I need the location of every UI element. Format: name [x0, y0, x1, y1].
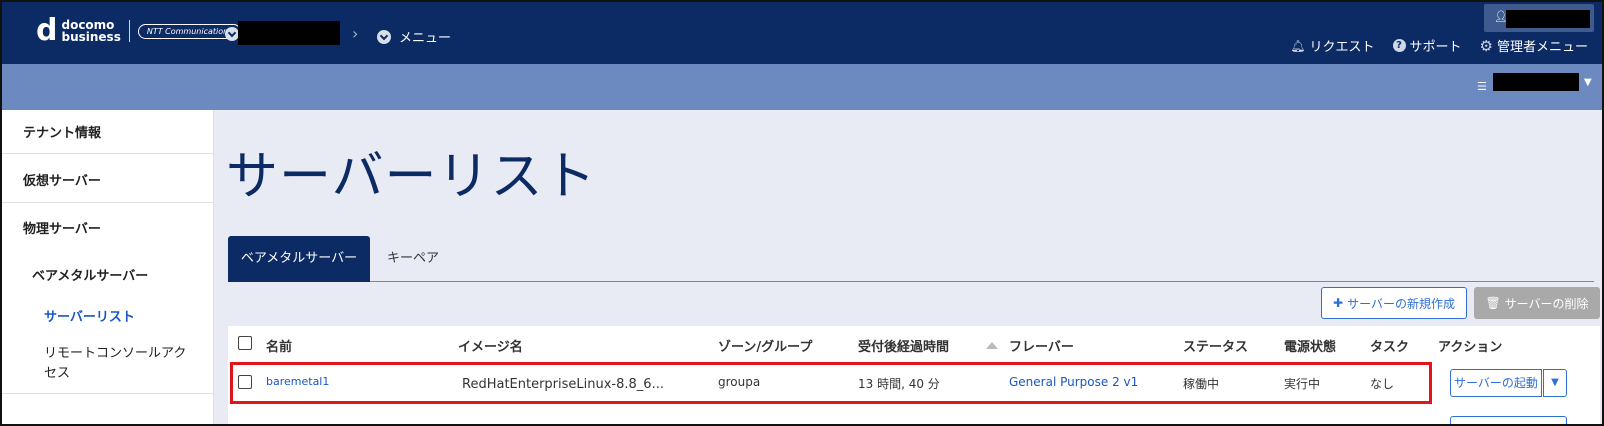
- tab-bar: ベアメタルサーバー キーペア: [228, 236, 1594, 282]
- header-links: 🔔︎ リクエスト ? サポート ⚙ 管理者メニュー: [1290, 36, 1588, 56]
- admin-menu-link[interactable]: ⚙ 管理者メニュー: [1479, 36, 1588, 56]
- logo-mark: d: [36, 13, 58, 48]
- next-row-action-button[interactable]: [1450, 416, 1567, 424]
- create-server-label: サーバーの新規作成: [1347, 296, 1455, 311]
- highlight-annotation: [230, 362, 1432, 404]
- create-server-button[interactable]: ✚ サーバーの新規作成: [1321, 287, 1467, 319]
- column-header-action: アクション: [1438, 340, 1503, 355]
- redacted-user-name: [1506, 10, 1590, 28]
- user-menu[interactable]: 👤︎: [1484, 4, 1594, 32]
- plus-icon: ✚: [1333, 296, 1344, 310]
- delete-server-label: サーバーの削除: [1504, 296, 1589, 311]
- column-header-task: タスク: [1370, 340, 1410, 355]
- top-header: d docomo business NTT Communications › メ…: [2, 2, 1602, 64]
- chevron-right-icon: ›: [352, 24, 359, 43]
- question-icon: ?: [1392, 39, 1406, 52]
- column-header-image[interactable]: イメージ名: [458, 336, 523, 355]
- sidebar-divider: [2, 393, 214, 394]
- redacted-tenant-name: [238, 21, 340, 45]
- tab-keypair[interactable]: キーペア: [370, 236, 456, 282]
- select-all-checkbox[interactable]: [238, 336, 252, 350]
- menu-dropdown[interactable]: メニュー: [377, 27, 451, 46]
- sidebar-item-virtual-server[interactable]: 仮想サーバー: [23, 170, 235, 189]
- tab-baremetal-server[interactable]: ベアメタルサーバー: [228, 236, 370, 282]
- logo-text: docomo business: [61, 19, 120, 43]
- docomo-business-logo[interactable]: d docomo business NTT Communications: [36, 13, 242, 48]
- caret-down-icon[interactable]: ▼: [1584, 77, 1592, 88]
- page-title: サーバーリスト: [226, 147, 597, 207]
- action-dropdown-toggle[interactable]: ▼: [1543, 369, 1567, 397]
- sort-asc-icon[interactable]: [986, 342, 998, 349]
- chevron-down-icon: [225, 27, 239, 41]
- sidebar: テナント情報 仮想サーバー 物理サーバー ベアメタルサーバー サーバーリスト リ…: [2, 110, 214, 424]
- app-window: d docomo business NTT Communications › メ…: [0, 0, 1604, 426]
- sidebar-item-tenant-info[interactable]: テナント情報: [23, 122, 235, 141]
- admin-menu-label: 管理者メニュー: [1496, 40, 1588, 55]
- request-link[interactable]: 🔔︎ リクエスト: [1290, 36, 1375, 56]
- request-label: リクエスト: [1309, 40, 1375, 55]
- logo-divider: [128, 20, 130, 42]
- column-header-elapsed[interactable]: 受付後経過時間: [858, 336, 949, 355]
- bell-icon: 🔔︎: [1290, 38, 1306, 53]
- sidebar-item-remote-console[interactable]: リモートコンソールアクセス: [44, 344, 194, 384]
- support-link[interactable]: ? サポート: [1392, 36, 1462, 55]
- list-icon: ☰: [1477, 80, 1487, 93]
- menu-label: メニュー: [399, 31, 452, 46]
- sidebar-item-baremetal-server[interactable]: ベアメタルサーバー: [32, 265, 244, 284]
- sidebar-divider: [2, 202, 214, 203]
- sidebar-item-physical-server[interactable]: 物理サーバー: [23, 218, 235, 237]
- logo-line2: business: [61, 30, 121, 44]
- trash-icon: 🗑︎: [1485, 296, 1501, 310]
- column-header-status[interactable]: ステータス: [1183, 336, 1248, 355]
- column-header-zone[interactable]: ゾーン/グループ: [718, 336, 812, 355]
- redacted-project-name[interactable]: [1493, 73, 1579, 91]
- chevron-down-icon: [377, 29, 391, 44]
- gear-icon: ⚙: [1479, 36, 1493, 55]
- main-content: サーバーリスト ベアメタルサーバー キーペア ✚ サーバーの新規作成 🗑︎ サー…: [214, 110, 1602, 424]
- support-label: サポート: [1409, 40, 1462, 55]
- column-header-name[interactable]: 名前: [266, 336, 292, 355]
- start-server-button[interactable]: サーバーの起動: [1450, 369, 1542, 397]
- column-header-power[interactable]: 電源状態: [1284, 336, 1336, 355]
- sidebar-divider: [2, 153, 214, 154]
- column-header-flavor[interactable]: フレーバー: [1009, 336, 1074, 355]
- server-table: 名前 イメージ名 ゾーン/グループ 受付後経過時間 フレーバー ステータス 電源…: [228, 326, 1600, 424]
- sub-header-bar: ☰ ▼: [2, 64, 1602, 110]
- tenant-dropdown[interactable]: [225, 27, 239, 45]
- delete-server-button[interactable]: 🗑︎ サーバーの削除: [1474, 287, 1600, 319]
